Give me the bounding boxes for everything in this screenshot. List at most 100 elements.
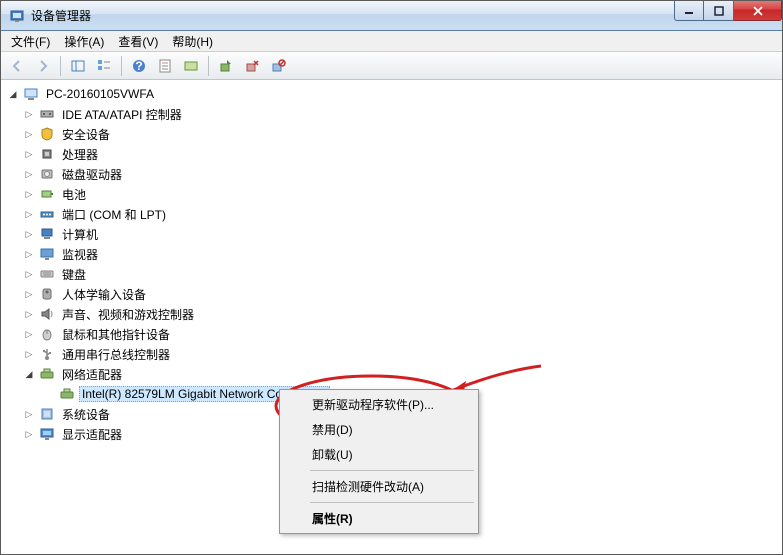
node-label[interactable]: 系统设备 bbox=[59, 405, 113, 424]
expander-icon[interactable]: ▷ bbox=[21, 426, 37, 442]
security-icon bbox=[39, 126, 55, 142]
usb-icon bbox=[39, 346, 55, 362]
category-node[interactable]: ▷ 声音、视频和游戏控制器 bbox=[1, 304, 782, 324]
menu-help[interactable]: 帮助(H) bbox=[166, 31, 219, 52]
node-label[interactable]: 安全设备 bbox=[59, 125, 113, 144]
rootpc-icon bbox=[23, 86, 39, 102]
node-label[interactable]: 声音、视频和游戏控制器 bbox=[59, 305, 197, 324]
node-label[interactable]: PC-20160105VWFA bbox=[43, 86, 157, 102]
show-hide-tree-button[interactable] bbox=[66, 54, 90, 78]
expander-icon[interactable]: ▷ bbox=[21, 206, 37, 222]
node-label[interactable]: 端口 (COM 和 LPT) bbox=[59, 205, 169, 224]
forward-button[interactable] bbox=[31, 54, 55, 78]
node-label[interactable]: 鼠标和其他指针设备 bbox=[59, 325, 173, 344]
system-icon bbox=[39, 406, 55, 422]
expander-icon[interactable]: ▷ bbox=[21, 406, 37, 422]
category-node[interactable]: ▷ 人体学输入设备 bbox=[1, 284, 782, 304]
port-icon bbox=[39, 206, 55, 222]
expander-icon[interactable]: ▷ bbox=[21, 286, 37, 302]
category-node[interactable]: ◢ 网络适配器 bbox=[1, 364, 782, 384]
menu-view[interactable]: 查看(V) bbox=[112, 31, 164, 52]
category-node[interactable]: ▷ 监视器 bbox=[1, 244, 782, 264]
maximize-button[interactable] bbox=[704, 1, 734, 21]
app-icon bbox=[9, 8, 25, 24]
context-menu: 更新驱动程序软件(P)...禁用(D)卸载(U) 扫描检测硬件改动(A) 属性(R) bbox=[279, 389, 479, 534]
context-menu-separator bbox=[310, 470, 474, 471]
expander-icon[interactable]: ▷ bbox=[21, 166, 37, 182]
help-button[interactable]: ? bbox=[127, 54, 151, 78]
monitor-icon bbox=[39, 246, 55, 262]
context-menu-item[interactable]: 扫描检测硬件改动(A) bbox=[282, 474, 476, 499]
category-node[interactable]: ▷ 通用串行总线控制器 bbox=[1, 344, 782, 364]
view-button[interactable] bbox=[92, 54, 116, 78]
expander-icon[interactable]: ▷ bbox=[21, 106, 37, 122]
menu-file[interactable]: 文件(F) bbox=[5, 31, 56, 52]
expander-icon[interactable]: ▷ bbox=[21, 126, 37, 142]
update-driver-button[interactable] bbox=[214, 54, 238, 78]
node-label[interactable]: 通用串行总线控制器 bbox=[59, 345, 173, 364]
close-button[interactable] bbox=[734, 1, 782, 21]
back-button[interactable] bbox=[5, 54, 29, 78]
context-menu-item[interactable]: 属性(R) bbox=[282, 506, 476, 531]
nic-icon bbox=[59, 386, 75, 402]
display-icon bbox=[39, 426, 55, 442]
network-icon bbox=[39, 366, 55, 382]
menu-action[interactable]: 操作(A) bbox=[58, 31, 110, 52]
context-menu-item[interactable]: 卸载(U) bbox=[282, 442, 476, 467]
minimize-button[interactable] bbox=[674, 1, 704, 21]
context-menu-item[interactable]: 禁用(D) bbox=[282, 417, 476, 442]
battery-icon bbox=[39, 186, 55, 202]
toolbar-separator bbox=[208, 56, 209, 76]
expander-icon[interactable]: ▷ bbox=[21, 186, 37, 202]
category-node[interactable]: ▷ 端口 (COM 和 LPT) bbox=[1, 204, 782, 224]
expander-icon[interactable]: ▷ bbox=[21, 226, 37, 242]
toolbar: ? bbox=[1, 52, 782, 80]
toolbar-separator bbox=[60, 56, 61, 76]
expander-icon[interactable] bbox=[41, 386, 57, 402]
expander-icon[interactable]: ◢ bbox=[21, 366, 37, 382]
node-label[interactable]: 显示适配器 bbox=[59, 425, 125, 444]
expander-icon[interactable]: ▷ bbox=[21, 346, 37, 362]
disable-button[interactable] bbox=[266, 54, 290, 78]
category-node[interactable]: ▷ 安全设备 bbox=[1, 124, 782, 144]
hid-icon bbox=[39, 286, 55, 302]
computer-icon bbox=[39, 226, 55, 242]
expander-icon[interactable]: ▷ bbox=[21, 246, 37, 262]
keyboard-icon bbox=[39, 266, 55, 282]
ide-icon bbox=[39, 106, 55, 122]
toolbar-separator bbox=[121, 56, 122, 76]
category-node[interactable]: ▷ 电池 bbox=[1, 184, 782, 204]
disk-icon bbox=[39, 166, 55, 182]
mouse-icon bbox=[39, 326, 55, 342]
category-node[interactable]: ▷ 磁盘驱动器 bbox=[1, 164, 782, 184]
node-label[interactable]: IDE ATA/ATAPI 控制器 bbox=[59, 105, 185, 124]
node-label[interactable]: 处理器 bbox=[59, 145, 101, 164]
node-label[interactable]: 键盘 bbox=[59, 265, 89, 284]
category-node[interactable]: ▷ 处理器 bbox=[1, 144, 782, 164]
node-label[interactable]: 磁盘驱动器 bbox=[59, 165, 125, 184]
window-controls bbox=[674, 1, 782, 21]
category-node[interactable]: ▷ 键盘 bbox=[1, 264, 782, 284]
device-manager-window: 设备管理器 文件(F) 操作(A) 查看(V) 帮助(H) ? ◢ PC-2016… bbox=[0, 0, 783, 555]
node-label[interactable]: 人体学输入设备 bbox=[59, 285, 149, 304]
expander-icon[interactable]: ▷ bbox=[21, 306, 37, 322]
expander-icon[interactable]: ◢ bbox=[5, 86, 21, 102]
node-label[interactable]: 计算机 bbox=[59, 225, 101, 244]
node-label[interactable]: 网络适配器 bbox=[59, 365, 125, 384]
node-label[interactable]: 电池 bbox=[59, 185, 89, 204]
context-menu-item[interactable]: 更新驱动程序软件(P)... bbox=[282, 392, 476, 417]
action-button[interactable] bbox=[179, 54, 203, 78]
expander-icon[interactable]: ▷ bbox=[21, 266, 37, 282]
titlebar[interactable]: 设备管理器 bbox=[1, 1, 782, 31]
uninstall-button[interactable] bbox=[240, 54, 264, 78]
window-title: 设备管理器 bbox=[31, 7, 91, 24]
node-label[interactable]: 监视器 bbox=[59, 245, 101, 264]
expander-icon[interactable]: ▷ bbox=[21, 326, 37, 342]
properties-button[interactable] bbox=[153, 54, 177, 78]
category-node[interactable]: ▷ IDE ATA/ATAPI 控制器 bbox=[1, 104, 782, 124]
svg-text:?: ? bbox=[135, 59, 142, 73]
expander-icon[interactable]: ▷ bbox=[21, 146, 37, 162]
category-node[interactable]: ▷ 计算机 bbox=[1, 224, 782, 244]
category-node[interactable]: ▷ 鼠标和其他指针设备 bbox=[1, 324, 782, 344]
root-node[interactable]: ◢ PC-20160105VWFA bbox=[1, 84, 782, 104]
